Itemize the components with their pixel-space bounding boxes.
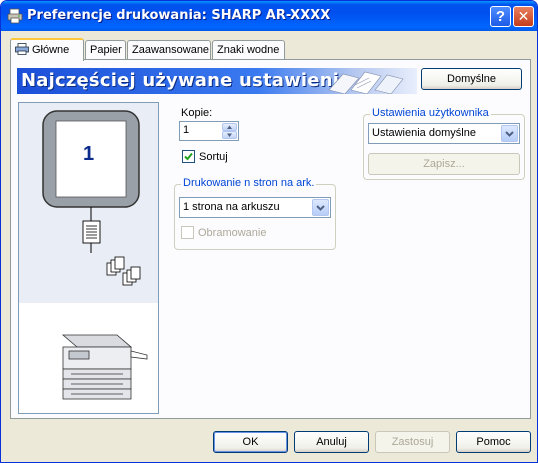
documents-illustration-icon: [328, 71, 404, 94]
border-label: Obramowanie: [198, 227, 267, 239]
copies-value: 1: [183, 124, 190, 136]
spin-down-button[interactable]: [222, 131, 237, 139]
chevron-down-icon: [505, 131, 514, 137]
nup-selected-value: 1 strona na arkuszu: [183, 201, 280, 213]
help-title-button[interactable]: ?: [490, 6, 511, 27]
chevron-down-icon: [227, 133, 232, 137]
dropdown-button[interactable]: [312, 199, 329, 216]
save-settings-button[interactable]: Zapisz...: [368, 153, 520, 175]
tab-zaawansowane[interactable]: Zaawansowane: [127, 40, 211, 60]
tab-panel: Najczęściej używane ustawienia Domyślne: [10, 59, 531, 419]
copies-spinner[interactable]: 1: [179, 121, 239, 141]
checkmark-icon: [184, 152, 193, 161]
spin-up-button[interactable]: [222, 123, 237, 131]
user-settings-selected-value: Ustawienia domyślne: [372, 127, 476, 139]
cancel-button[interactable]: Anuluj: [294, 431, 369, 453]
preview-panel: 1: [18, 102, 159, 414]
defaults-button[interactable]: Domyślne: [421, 68, 522, 90]
user-settings-select[interactable]: Ustawienia domyślne: [368, 123, 520, 144]
printer-icon: [15, 43, 29, 55]
chevron-up-icon: [227, 125, 232, 129]
title-bar[interactable]: Preferencje drukowania: SHARP AR-XXXX ? …: [1, 1, 537, 31]
nup-select[interactable]: 1 strona na arkuszu: [179, 197, 331, 218]
tab-label: Główne: [32, 44, 70, 56]
apply-button[interactable]: Zastosuj: [375, 431, 450, 453]
tab-papier[interactable]: Papier: [85, 40, 126, 60]
printer-icon: [7, 8, 23, 24]
nup-group-title: Drukowanie n stron na ark.: [181, 177, 317, 189]
tab-label: Znaki wodne: [217, 44, 280, 56]
collate-checkbox[interactable]: [182, 150, 195, 163]
chevron-down-icon: [316, 205, 325, 211]
nup-group: Drukowanie n stron na ark. 1 strona na a…: [174, 177, 336, 250]
help-button[interactable]: Pomoc: [456, 431, 531, 453]
tab-znaki-wodne[interactable]: Znaki wodne: [212, 40, 285, 60]
section-banner: Najczęściej używane ustawienia: [17, 68, 417, 94]
tab-label: Zaawansowane: [132, 44, 210, 56]
window-title: Preferencje drukowania: SHARP AR-XXXX: [27, 8, 331, 23]
tab-label: Papier: [90, 44, 122, 56]
user-settings-group-title: Ustawienia użytkownika: [370, 107, 491, 119]
print-preferences-dialog: Preferencje drukowania: SHARP AR-XXXX ? …: [0, 0, 538, 463]
tab-glowne[interactable]: Główne: [10, 38, 84, 61]
banner-title: Najczęściej używane ustawienia: [21, 70, 352, 91]
dropdown-button[interactable]: [501, 125, 518, 142]
user-settings-group: Ustawienia użytkownika Ustawienia domyśl…: [363, 107, 525, 180]
collate-label: Sortuj: [199, 151, 228, 163]
close-button[interactable]: ✕: [513, 6, 534, 27]
copies-label: Kopie:: [181, 107, 213, 119]
ok-button[interactable]: OK: [213, 431, 288, 453]
border-checkbox[interactable]: [181, 226, 194, 239]
preview-page-number: 1: [83, 143, 95, 165]
